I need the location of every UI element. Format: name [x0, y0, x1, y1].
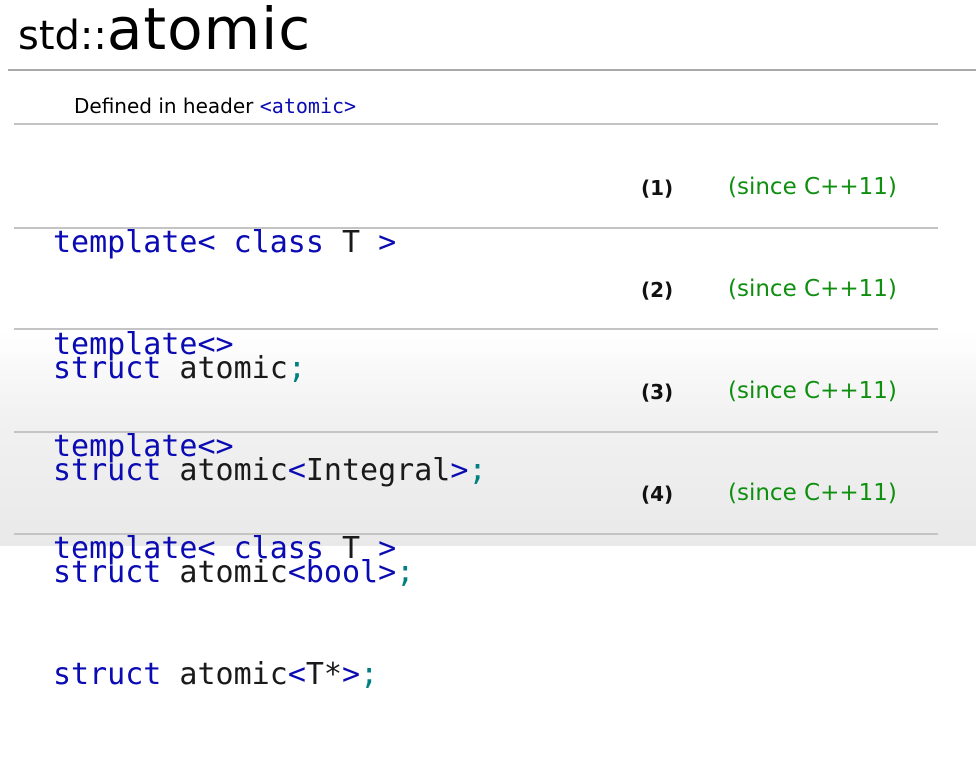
code-token: ;	[396, 555, 415, 590]
declaration-code: template< class T > struct atomic<T*>;	[53, 444, 396, 780]
code-line-1: template< class T >	[53, 528, 396, 570]
code-token: ;	[360, 657, 379, 692]
declaration-row: template<> struct atomic<Integral>; (2) …	[0, 240, 976, 488]
code-line-2: struct atomic<T*>;	[53, 654, 396, 696]
code-token: template<	[53, 531, 216, 566]
title-namespace: std::	[18, 13, 107, 59]
since-version: (since C++11)	[728, 276, 897, 302]
code-token: class	[233, 531, 324, 566]
title-name: atomic	[106, 0, 312, 63]
code-token: struct	[53, 657, 162, 692]
header-link[interactable]: <atomic>	[260, 94, 356, 118]
declaration-number: (2)	[641, 278, 674, 302]
header-prefix: Defined in header	[74, 94, 260, 118]
code-token: >	[342, 657, 361, 692]
declaration-number: (4)	[641, 482, 674, 506]
since-version: (since C++11)	[728, 378, 897, 404]
since-version: (since C++11)	[728, 174, 897, 200]
declaration-row: template< class T > struct atomic; (1) (…	[0, 138, 976, 386]
title-divider	[8, 69, 976, 71]
code-token: >	[378, 531, 397, 566]
declaration-number: (1)	[641, 176, 674, 200]
declaration-row: template< class T > struct atomic<T*>; (…	[0, 444, 976, 692]
code-token: T	[323, 531, 379, 566]
code-token: <	[287, 657, 306, 692]
since-version: (since C++11)	[728, 480, 897, 506]
code-token: atomic	[161, 657, 288, 692]
page-title: std::atomic	[18, 0, 311, 64]
declaration-divider	[14, 123, 938, 125]
header-line: Defined in header <atomic>	[74, 92, 356, 120]
declaration-number: (3)	[641, 380, 674, 404]
declaration-row: template<> struct atomic<bool>; (3) (sin…	[0, 342, 976, 590]
code-token: T*	[305, 657, 342, 692]
